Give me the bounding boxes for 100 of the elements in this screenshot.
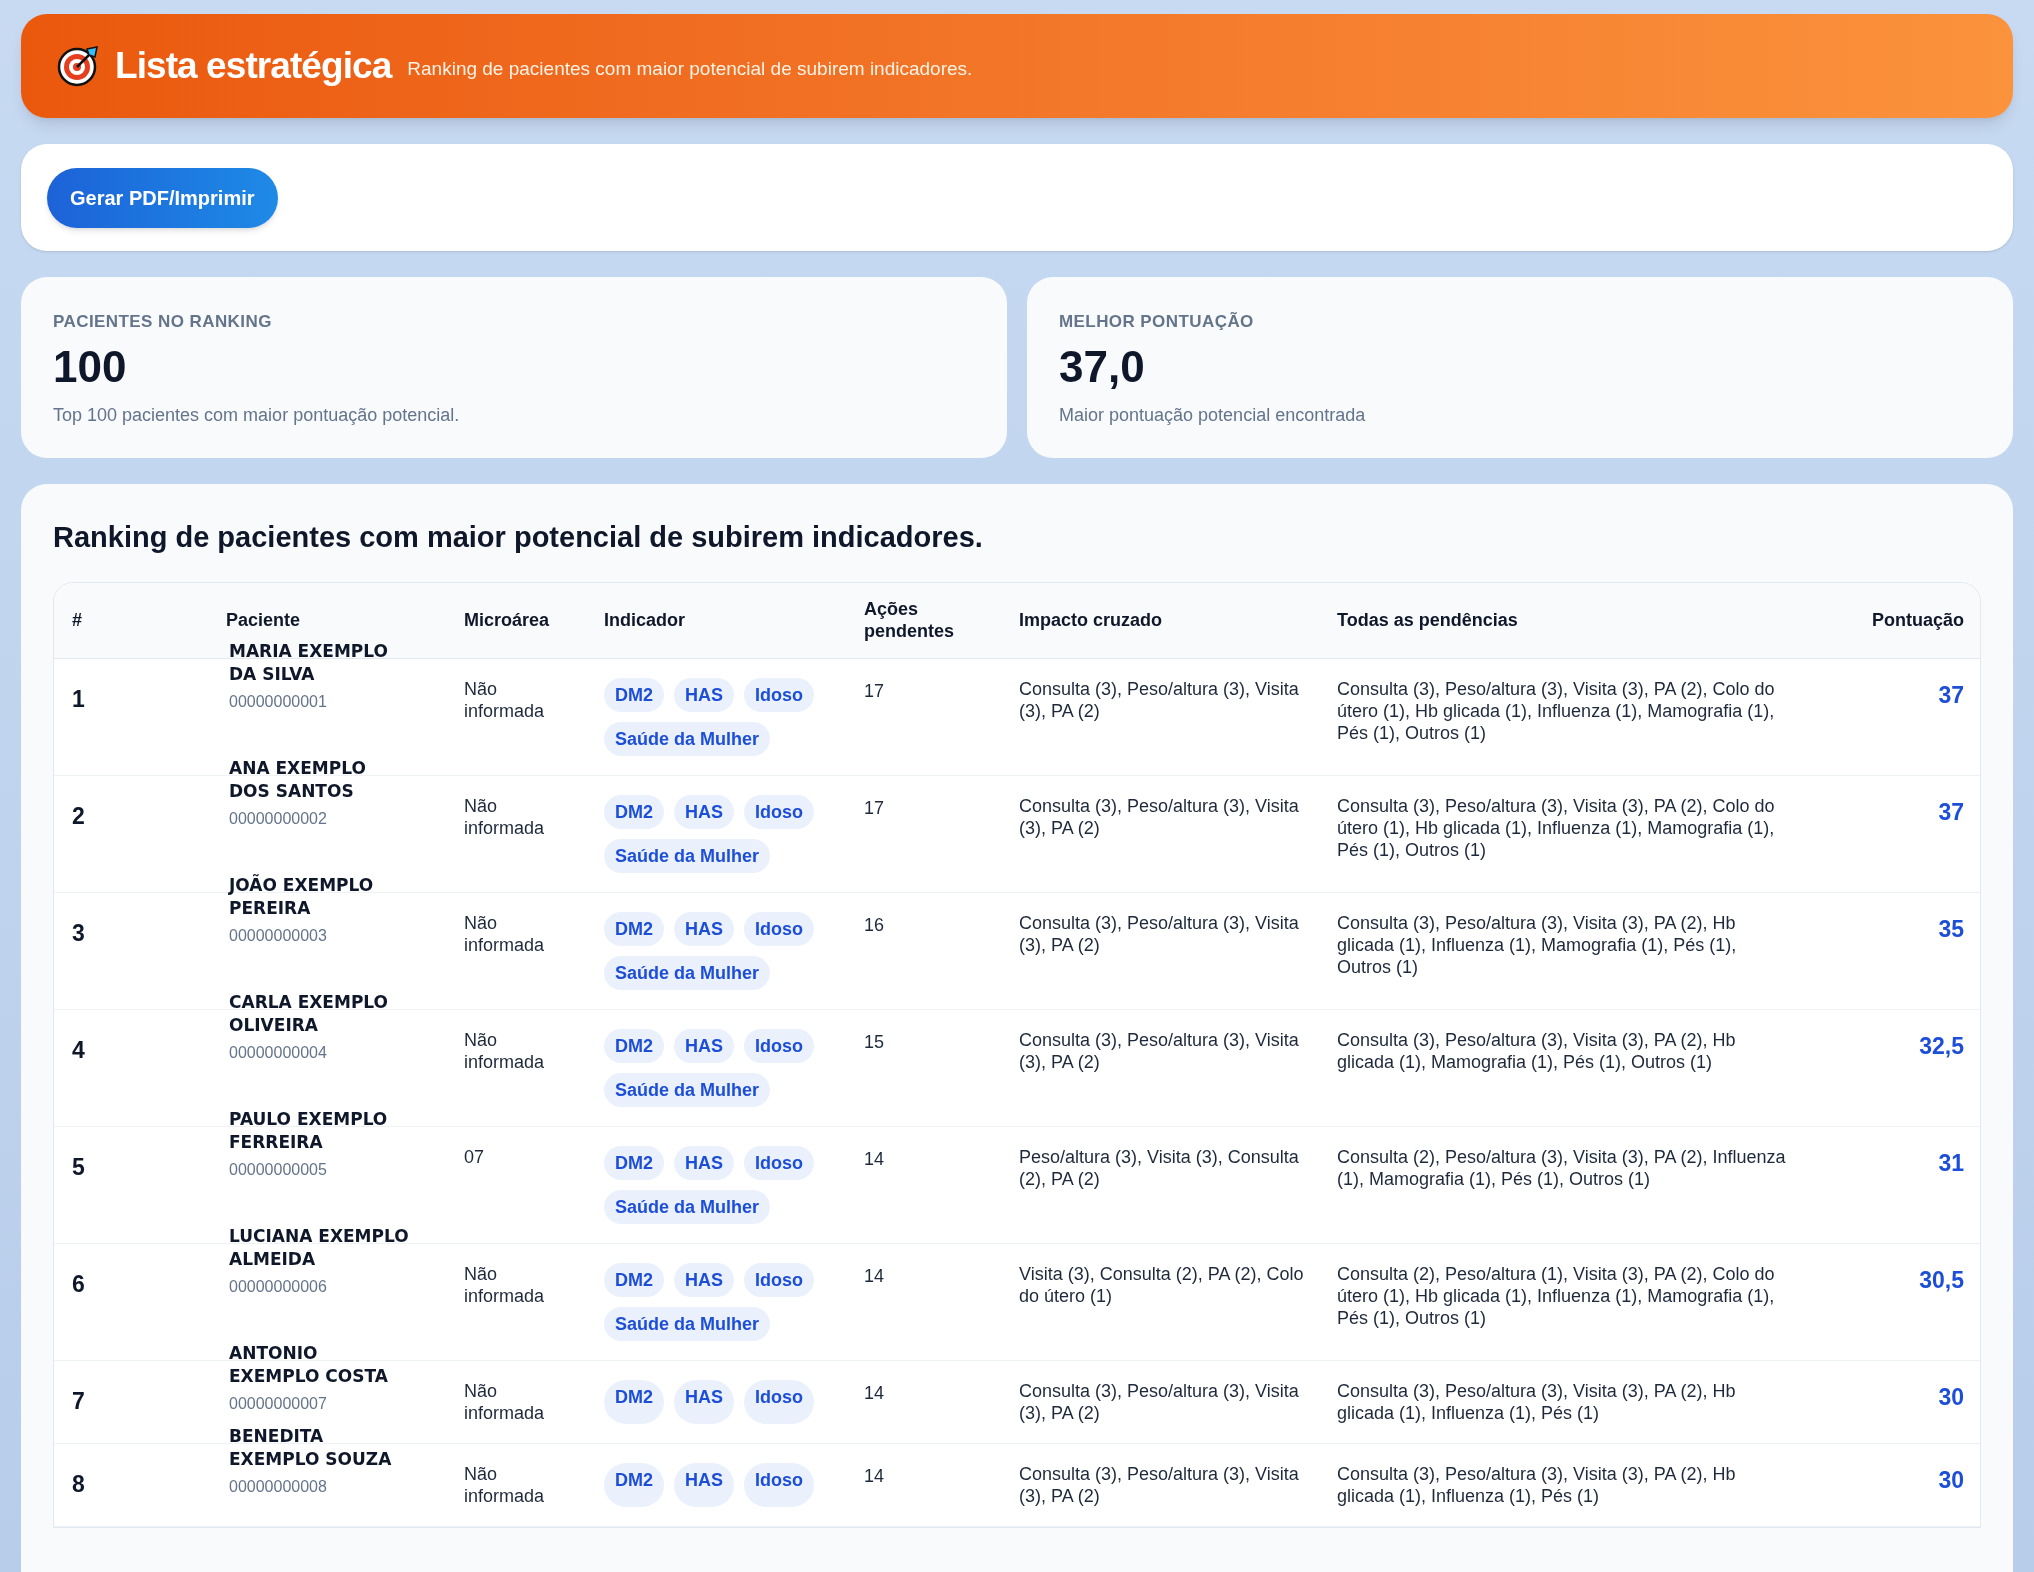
rank-cell-text: 7 bbox=[71, 1386, 86, 1416]
column-header: # bbox=[71, 608, 83, 632]
pending-cell-text: Consulta (2), Peso/altura (1), Visita (3), PA (2), Colo do útero (1), Hb glicada (1), Influenza (1), Mamografia (1), Pés (1), Outros (1) bbox=[1337, 1262, 1776, 1330]
indicator-tag: HAS bbox=[674, 1262, 735, 1297]
indicator-tag: DM2 bbox=[604, 911, 664, 946]
patient-name: LUCIANA EXEMPLO ALMEIDA bbox=[229, 1224, 409, 1271]
indicator-tag: HAS bbox=[674, 794, 735, 829]
microarea-cell-text: Não informada bbox=[464, 1028, 546, 1074]
column-header: Pontuação bbox=[1872, 608, 1965, 632]
column-header: Indicador bbox=[604, 608, 686, 632]
indicator-tag: HAS bbox=[674, 1028, 735, 1063]
indicator-tag: DM2 bbox=[604, 1028, 664, 1063]
score-cell-text: 37 bbox=[1937, 680, 1965, 710]
indicator-tag: HAS bbox=[674, 911, 735, 946]
score-cell-text: 31 bbox=[1937, 1148, 1965, 1178]
indicator-tag: Idoso bbox=[744, 794, 815, 829]
rank-cell-text: 1 bbox=[71, 684, 86, 714]
score-cell-text: 35 bbox=[1937, 914, 1965, 944]
actions-cell-text: 14 bbox=[864, 1147, 886, 1171]
indicator-tag: Saúde da Mulher bbox=[604, 955, 771, 990]
score-cell-text: 30,5 bbox=[1918, 1265, 1965, 1295]
pending-cell-text: Consulta (3), Peso/altura (3), Visita (3), PA (2), Colo do útero (1), Hb glicada (1), Influenza (1), Mamografia (1), Pés (1), Outros (1) bbox=[1337, 794, 1776, 862]
patient-id: 00000000008 bbox=[229, 1476, 328, 1497]
patient-name: JOÃO EXEMPLO PEREIRA bbox=[229, 873, 375, 920]
indicator-tag: DM2 bbox=[604, 1462, 664, 1507]
pending-cell-text: Consulta (2), Peso/altura (3), Visita (3), PA (2), Influenza (1), Mamografia (1), Pés (1), Outros (1) bbox=[1337, 1145, 1787, 1191]
microarea-cell-text: Não informada bbox=[464, 1462, 546, 1507]
indicator-tag: Idoso bbox=[744, 1379, 815, 1424]
impact-cell-text: Peso/altura (3), Visita (3), Consulta (2), PA (2) bbox=[1019, 1145, 1300, 1191]
indicator-tag: DM2 bbox=[604, 794, 664, 829]
page-title: Lista estratégica bbox=[115, 44, 392, 89]
patient-id: 00000000005 bbox=[229, 1159, 328, 1180]
patient-name: CARLA EXEMPLO OLIVEIRA bbox=[229, 990, 390, 1037]
indicator-tag: Idoso bbox=[744, 677, 815, 712]
indicator-tag: Idoso bbox=[744, 1145, 815, 1180]
impact-cell-text: Consulta (3), Peso/altura (3), Visita (3), PA (2) bbox=[1019, 1379, 1300, 1424]
patient-id: 00000000001 bbox=[229, 691, 328, 712]
patient-id: 00000000006 bbox=[229, 1276, 328, 1297]
stat-value: 100 bbox=[53, 340, 128, 393]
rank-cell-text: 5 bbox=[71, 1152, 86, 1182]
pending-cell-text: Consulta (3), Peso/altura (3), Visita (3), PA (2), Hb glicada (1), Influenza (1), Pés (1) bbox=[1337, 1462, 1737, 1507]
target-icon bbox=[57, 45, 99, 87]
indicator-tag: DM2 bbox=[604, 1262, 664, 1297]
column-header: Ações pendentes bbox=[864, 597, 956, 643]
rank-cell-text: 8 bbox=[71, 1469, 86, 1499]
actions-cell-text: 14 bbox=[864, 1381, 886, 1405]
actions-cell-text: 15 bbox=[864, 1030, 886, 1054]
rank-cell-text: 2 bbox=[71, 801, 86, 831]
score-cell-text: 37 bbox=[1937, 797, 1965, 827]
impact-cell-text: Consulta (3), Peso/altura (3), Visita (3), PA (2) bbox=[1019, 1462, 1300, 1507]
pending-cell-text: Consulta (3), Peso/altura (3), Visita (3), PA (2), Hb glicada (1), Mamografia (1), Pés (1), Outros (1) bbox=[1337, 1028, 1737, 1074]
microarea-cell-text: Não informada bbox=[464, 794, 546, 840]
actions-cell-text: 17 bbox=[864, 679, 886, 703]
page-subtitle: Ranking de pacientes com maior potencial de subirem indicadores. bbox=[407, 56, 973, 81]
microarea-cell-text: 07 bbox=[464, 1145, 486, 1169]
indicator-tag: DM2 bbox=[604, 677, 664, 712]
indicator-tag: HAS bbox=[674, 1462, 735, 1507]
microarea-cell-text: Não informada bbox=[464, 1262, 546, 1308]
column-header: Paciente bbox=[225, 608, 302, 632]
actions-cell-text: 16 bbox=[864, 913, 886, 937]
column-header: Todas as pendências bbox=[1337, 608, 1519, 632]
patient-id: 00000000007 bbox=[229, 1393, 328, 1414]
score-cell-text: 30 bbox=[1937, 1465, 1965, 1495]
indicator-tag: DM2 bbox=[604, 1145, 664, 1180]
microarea-cell-text: Não informada bbox=[464, 911, 546, 957]
stat-note: Maior pontuação potencial encontrada bbox=[1059, 403, 1367, 427]
indicator-tag: Idoso bbox=[744, 1262, 815, 1297]
column-header: Impacto cruzado bbox=[1019, 608, 1164, 632]
microarea-cell-text: Não informada bbox=[464, 1379, 546, 1424]
indicator-tag: Saúde da Mulher bbox=[604, 1306, 771, 1341]
patient-id: 00000000002 bbox=[229, 808, 328, 829]
rank-cell-text: 4 bbox=[71, 1035, 86, 1065]
indicator-tag: HAS bbox=[674, 1379, 735, 1424]
pending-cell-text: Consulta (3), Peso/altura (3), Visita (3), PA (2), Colo do útero (1), Hb glicada (1), Influenza (1), Mamografia (1), Pés (1), Outros (1) bbox=[1337, 677, 1776, 745]
print-button[interactable]: Gerar PDF/Imprimir bbox=[47, 167, 278, 228]
actions-cell-text: 14 bbox=[864, 1264, 886, 1288]
indicator-tag: Saúde da Mulher bbox=[604, 1072, 771, 1107]
patient-name: BENEDITA EXEMPLO SOUZA bbox=[229, 1424, 393, 1471]
actions-cell-text: 17 bbox=[864, 796, 886, 820]
microarea-cell-text: Não informada bbox=[464, 677, 546, 723]
indicator-tag: Idoso bbox=[744, 911, 815, 946]
actions-cell-text: 14 bbox=[864, 1464, 886, 1488]
rank-cell-text: 6 bbox=[71, 1269, 86, 1299]
column-header: Microárea bbox=[464, 608, 551, 632]
indicator-tag: HAS bbox=[674, 677, 735, 712]
rank-cell-text: 3 bbox=[71, 918, 86, 948]
table-title: Ranking de pacientes com maior potencial de subirem indicadores. bbox=[53, 520, 984, 555]
impact-cell-text: Consulta (3), Peso/altura (3), Visita (3), PA (2) bbox=[1019, 911, 1300, 957]
impact-cell-text: Visita (3), Consulta (2), PA (2), Colo do útero (1) bbox=[1019, 1262, 1305, 1308]
indicator-tag: HAS bbox=[674, 1145, 735, 1180]
indicator-tag: Idoso bbox=[744, 1462, 815, 1507]
patient-name: MARIA EXEMPLO DA SILVA bbox=[229, 639, 389, 686]
score-cell-text: 30 bbox=[1937, 1382, 1965, 1412]
indicator-tag: Idoso bbox=[744, 1028, 815, 1063]
impact-cell-text: Consulta (3), Peso/altura (3), Visita (3), PA (2) bbox=[1019, 794, 1300, 840]
indicator-tag: Saúde da Mulher bbox=[604, 1189, 771, 1224]
patient-id: 00000000004 bbox=[229, 1042, 328, 1063]
impact-cell-text: Consulta (3), Peso/altura (3), Visita (3), PA (2) bbox=[1019, 677, 1300, 723]
indicator-tag: Saúde da Mulher bbox=[604, 721, 771, 756]
stat-label: MELHOR PONTUAÇÃO bbox=[1059, 311, 1255, 333]
